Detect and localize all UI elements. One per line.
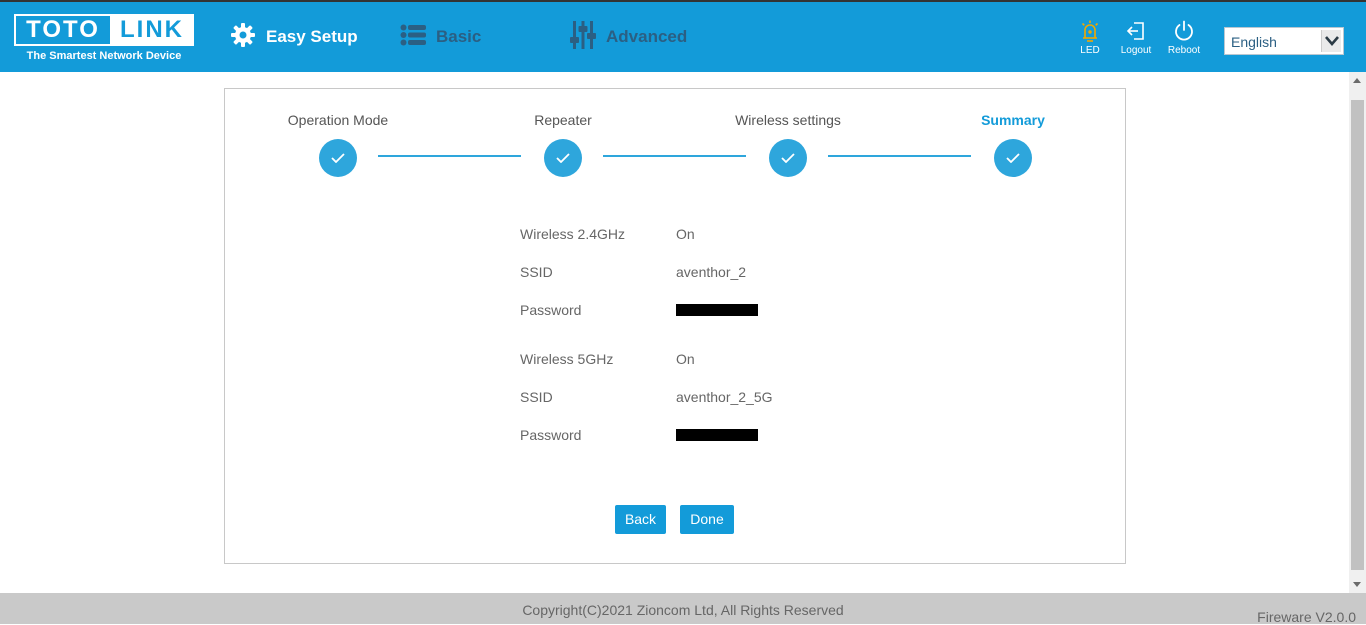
- row-value: aventhor_2_5G: [676, 389, 773, 405]
- row-key: Wireless 5GHz: [520, 351, 614, 367]
- row-key: Password: [520, 302, 582, 318]
- check-icon: [319, 139, 357, 177]
- row-value: On: [676, 351, 695, 367]
- step-label: Wireless settings: [735, 112, 841, 128]
- redacted-password: [676, 429, 758, 441]
- scrollbar-thumb[interactable]: [1351, 100, 1364, 570]
- copyright-text: Copyright(C)2021 Zioncom Ltd, All Rights…: [522, 602, 844, 618]
- logout-icon: [1112, 20, 1160, 42]
- gear-icon: [230, 22, 256, 53]
- step-repeater: Repeater: [463, 111, 663, 177]
- redacted-password: [676, 304, 758, 316]
- step-label: Repeater: [534, 112, 592, 128]
- logo-toto-text: TOTO: [14, 14, 110, 46]
- sliders-icon: [570, 20, 596, 54]
- page-footer: Copyright(C)2021 Zioncom Ltd, All Rights…: [0, 593, 1366, 625]
- led-label: LED: [1080, 45, 1100, 56]
- row-key: SSID: [520, 264, 553, 280]
- vertical-scrollbar[interactable]: [1349, 72, 1366, 593]
- row-key: Password: [520, 427, 582, 443]
- language-selected: English: [1231, 34, 1277, 50]
- reboot-label: Reboot: [1167, 45, 1201, 56]
- scroll-up-arrow[interactable]: [1353, 78, 1361, 83]
- setup-wizard-card: Operation Mode Repeater Wireless setting…: [224, 88, 1126, 564]
- nav-advanced[interactable]: Advanced: [570, 20, 687, 54]
- led-button[interactable]: LED: [1066, 20, 1114, 57]
- check-icon: [769, 139, 807, 177]
- reboot-button[interactable]: Reboot: [1160, 20, 1208, 57]
- check-icon: [994, 139, 1032, 177]
- list-icon: [400, 24, 426, 51]
- power-icon: [1160, 20, 1208, 42]
- done-button[interactable]: Done: [680, 505, 734, 534]
- back-button[interactable]: Back: [615, 505, 666, 534]
- logout-label: Logout: [1120, 45, 1152, 56]
- nav-easy-setup-label: Easy Setup: [266, 27, 358, 46]
- nav-basic-label: Basic: [436, 27, 482, 46]
- firmware-version: Fireware V2.0.0: [1257, 609, 1356, 625]
- led-icon: [1066, 20, 1114, 42]
- logo-tagline: The Smartest Network Device: [26, 50, 182, 62]
- step-operation-mode: Operation Mode: [238, 111, 438, 177]
- language-select[interactable]: English: [1224, 27, 1344, 55]
- nav-advanced-label: Advanced: [606, 27, 688, 46]
- check-icon: [544, 139, 582, 177]
- logout-button[interactable]: Logout: [1112, 20, 1160, 57]
- totolink-logo[interactable]: TOTO LINK The Smartest Network Device: [14, 14, 196, 64]
- step-wireless-settings: Wireless settings: [688, 111, 888, 177]
- step-summary: Summary: [913, 111, 1113, 177]
- step-label: Operation Mode: [287, 112, 389, 128]
- row-value: On: [676, 226, 695, 242]
- step-label: Summary: [981, 112, 1045, 128]
- nav-easy-setup[interactable]: Easy Setup: [230, 20, 358, 54]
- row-key: SSID: [520, 389, 553, 405]
- nav-basic[interactable]: Basic: [400, 20, 481, 54]
- row-key: Wireless 2.4GHz: [520, 226, 626, 242]
- top-header: TOTO LINK The Smartest Network Device Ea…: [0, 0, 1366, 72]
- chevron-down-icon: [1321, 30, 1341, 52]
- row-value: aventhor_2: [676, 264, 747, 280]
- scroll-down-arrow[interactable]: [1353, 582, 1361, 587]
- logo-link-text: LINK: [110, 14, 194, 46]
